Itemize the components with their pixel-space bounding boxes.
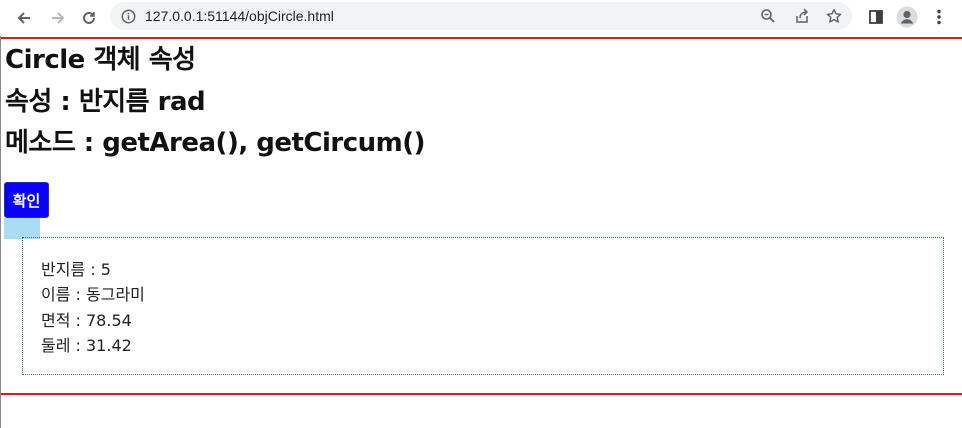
button-focus-highlight [4,218,40,239]
bookmark-star-icon[interactable] [824,6,844,26]
result-circumference: 둘레 : 31.42 [41,336,132,355]
method-heading: 메소드 : getArea(), getCircum() [5,128,426,158]
share-icon[interactable] [792,6,812,26]
back-arrow-icon[interactable] [11,5,37,31]
bottom-divider [1,393,962,395]
result-radius: 반지름 : 5 [41,260,111,279]
page-content: Circle 객체 속성 속성 : 반지름 rad 메소드 : getArea(… [0,36,962,428]
site-info-icon[interactable] [119,7,137,25]
top-divider [1,37,962,39]
browser-toolbar: 127.0.0.1:51144/objCircle.html [0,0,962,36]
address-bar[interactable]: 127.0.0.1:51144/objCircle.html [110,2,852,30]
result-area: 면적 : 78.54 [41,311,132,330]
zoom-icon[interactable] [758,6,778,26]
result-box: 반지름 : 5 이름 : 동그라미 면적 : 78.54 둘레 : 31.42 [22,237,944,375]
property-heading: 속성 : 반지름 rad [5,87,206,117]
confirm-button[interactable]: 확인 [4,182,49,218]
url-text[interactable]: 127.0.0.1:51144/objCircle.html [145,8,334,24]
more-options-icon[interactable] [927,5,951,29]
forward-arrow-icon[interactable] [45,5,71,31]
page-title: Circle 객체 속성 [5,45,196,75]
result-name: 이름 : 동그라미 [41,285,145,304]
reload-icon[interactable] [76,5,102,31]
side-panel-icon[interactable] [864,5,888,29]
profile-avatar-icon[interactable] [895,5,919,29]
